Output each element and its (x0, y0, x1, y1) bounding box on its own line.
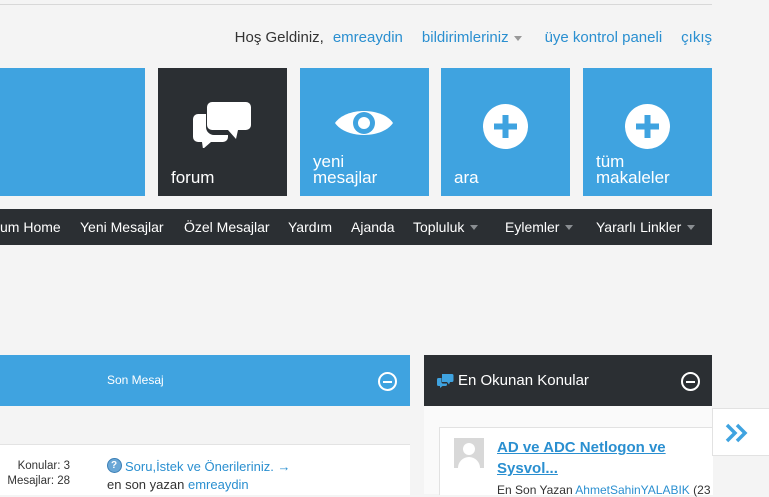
nav-forum-home[interactable]: um Home (0, 209, 61, 245)
user-bar: Hoş Geldiniz, emreaydin bildirimleriniz … (235, 26, 712, 48)
double-chevron-right-icon (725, 423, 748, 443)
tile-search[interactable]: ara (441, 68, 570, 196)
meta-user-link[interactable]: AhmetSahinYALABIK (575, 483, 690, 497)
main-nav: um Home Yeni Mesajlar Özel Mesajlar Yard… (0, 209, 712, 245)
nav-useful-links-label: Yararlı Linkler (596, 219, 682, 235)
logout-link[interactable]: çıkış (681, 29, 712, 46)
most-read-item-title[interactable]: AD ve ADC Netlogon ve Sysvol... (497, 437, 697, 479)
tile-articles-label: tüm makaleler (596, 153, 670, 187)
arrow-right-icon[interactable]: → (277, 459, 290, 474)
collapse-icon[interactable] (681, 372, 700, 391)
last-post: Soru,İstek ve Önerileriniz. → en son yaz… (107, 457, 290, 494)
eye-icon (335, 111, 393, 135)
tile-articles-line2: makaleler (596, 168, 670, 187)
most-read-item-meta: En Son Yazan AhmetSahinYALABIK (23 (497, 483, 711, 497)
chevron-down-icon (470, 224, 479, 230)
last-post-title-link[interactable]: Soru,İstek ve Önerileriniz. (125, 459, 274, 474)
chat-icon (437, 374, 454, 388)
nav-actions-label: Eylemler (505, 219, 560, 235)
posts-count: Mesajlar: 28 (7, 475, 70, 487)
meta-prefix: En Son Yazan (497, 483, 573, 497)
nav-useful-links[interactable]: Yararlı Linkler (596, 209, 696, 245)
meta-suffix: (23 (693, 483, 711, 497)
chevron-down-icon (687, 224, 696, 230)
expand-sidebar-button[interactable] (712, 408, 769, 456)
tile-new-posts-label: yeni mesajlar (313, 153, 378, 187)
nav-calendar[interactable]: Ajanda (351, 209, 395, 245)
forum-list-header: Son Mesaj (0, 355, 410, 406)
forum-row: Konular: 3 Mesajlar: 28 Soru,İstek ve Ön… (0, 444, 410, 495)
tile-forum-label: forum (171, 168, 215, 187)
tile-forum[interactable]: forum (158, 68, 287, 196)
collapse-icon[interactable] (378, 372, 397, 391)
tile-new-posts[interactable]: yeni mesajlar (300, 68, 429, 196)
tile-articles[interactable]: tüm makaleler (583, 68, 712, 196)
chat-bubbles-icon (193, 102, 251, 148)
tile-new-posts-line2: mesajlar (313, 168, 378, 187)
forum-stats: Konular: 3 Mesajlar: 28 (7, 459, 70, 489)
nav-new-posts[interactable]: Yeni Mesajlar (80, 209, 164, 245)
notifications-label: bildirimleriniz (421, 28, 509, 46)
question-icon (107, 457, 122, 475)
notifications-dropdown[interactable]: bildirimleriniz (422, 29, 522, 46)
greeting-text: Hoş Geldiniz, (234, 28, 324, 46)
most-read-body: AD ve ADC Netlogon ve Sysvol... En Son Y… (424, 406, 713, 497)
most-read-header: En Okunan Konular (424, 355, 712, 406)
most-read-title: En Okunan Konular (458, 372, 589, 389)
nav-actions[interactable]: Eylemler (505, 209, 574, 245)
topics-count: Konular: 3 (17, 460, 70, 472)
top-divider (0, 4, 712, 5)
username-link[interactable]: emreaydin (333, 29, 403, 46)
control-panel-link[interactable]: üye kontrol paneli (545, 29, 663, 46)
last-post-by-label: en son yazan (107, 477, 185, 492)
nav-community[interactable]: Topluluk (413, 209, 479, 245)
nav-help[interactable]: Yardım (288, 209, 332, 245)
chevron-down-icon (565, 224, 574, 230)
tile-search-label: ara (454, 168, 479, 187)
nav-community-label: Topluluk (413, 219, 465, 235)
chevron-down-icon (513, 35, 522, 41)
last-post-user-link[interactable]: emreaydin (188, 477, 249, 492)
plus-circle-icon (483, 104, 528, 149)
nav-private-messages[interactable]: Özel Mesajlar (184, 209, 270, 245)
last-post-column-label: Son Mesaj (107, 373, 164, 387)
tile-home[interactable] (0, 68, 145, 196)
most-read-item: AD ve ADC Netlogon ve Sysvol... En Son Y… (439, 427, 713, 497)
plus-circle-icon (625, 104, 670, 149)
avatar (454, 438, 484, 468)
